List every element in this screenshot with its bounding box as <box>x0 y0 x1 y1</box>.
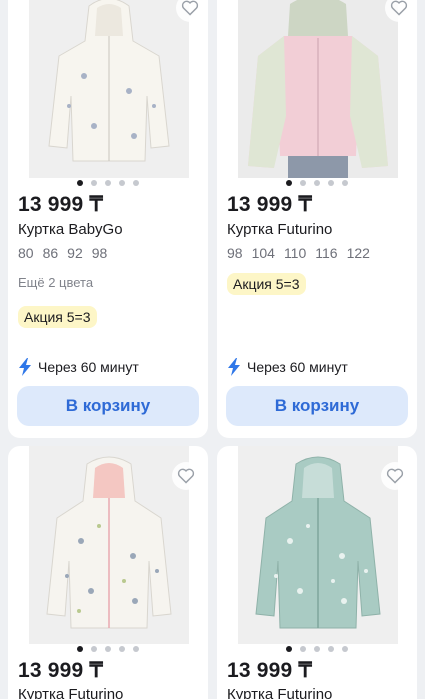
product-name[interactable]: Куртка BabyGo <box>18 221 123 238</box>
image-carousel-dots[interactable] <box>8 646 208 652</box>
carousel-dot[interactable] <box>133 646 139 652</box>
carousel-dot[interactable] <box>77 180 83 186</box>
favorite-heart-icon[interactable] <box>172 462 200 490</box>
image-carousel-dots[interactable] <box>217 180 417 186</box>
carousel-dot[interactable] <box>286 180 292 186</box>
size-option[interactable]: 98 <box>227 245 243 261</box>
favorite-heart-icon[interactable] <box>385 0 413 22</box>
product-photo[interactable] <box>238 0 398 178</box>
carousel-dot[interactable] <box>342 646 348 652</box>
delivery-text: Через 60 минут <box>38 359 139 375</box>
product-photo[interactable] <box>29 446 189 644</box>
carousel-dot[interactable] <box>328 646 334 652</box>
favorite-heart-icon[interactable] <box>176 0 204 22</box>
lightning-bolt-icon <box>19 358 31 376</box>
add-to-cart-button[interactable]: В корзину <box>17 386 199 426</box>
product-price: 13 999 ₸ <box>227 193 313 216</box>
delivery-info: Через 60 минут <box>18 358 139 376</box>
add-to-cart-button[interactable]: В корзину <box>226 386 408 426</box>
favorite-heart-icon[interactable] <box>381 462 409 490</box>
image-carousel-dots[interactable] <box>8 180 208 186</box>
carousel-dot[interactable] <box>328 180 334 186</box>
carousel-dot[interactable] <box>105 180 111 186</box>
carousel-dot[interactable] <box>314 180 320 186</box>
carousel-dot[interactable] <box>314 646 320 652</box>
delivery-info: Через 60 минут <box>227 358 348 376</box>
promo-badge: Акция 5=3 <box>18 306 97 328</box>
carousel-dot[interactable] <box>91 180 97 186</box>
size-option[interactable]: 92 <box>67 245 83 261</box>
carousel-dot[interactable] <box>300 646 306 652</box>
delivery-text: Через 60 минут <box>247 359 348 375</box>
product-photo[interactable] <box>29 0 189 178</box>
size-option[interactable]: 110 <box>284 245 306 261</box>
size-option[interactable]: 116 <box>315 245 337 261</box>
carousel-dot[interactable] <box>342 180 348 186</box>
product-price: 13 999 ₸ <box>18 659 104 682</box>
size-option[interactable]: 122 <box>347 245 370 261</box>
jacket-image <box>238 0 398 178</box>
carousel-dot[interactable] <box>300 180 306 186</box>
jacket-image <box>29 0 189 178</box>
product-card[interactable]: 13 999 ₸ Куртка Futurino 98 104 110 116 … <box>217 0 417 438</box>
more-colors-link[interactable]: Ещё 2 цвета <box>18 275 93 290</box>
product-name[interactable]: Куртка Futurino <box>18 686 123 699</box>
size-option[interactable]: 80 <box>18 245 34 261</box>
product-card[interactable]: 13 999 ₸ Куртка Futurino <box>8 446 208 699</box>
carousel-dot[interactable] <box>133 180 139 186</box>
promo-badge: Акция 5=3 <box>227 273 306 295</box>
product-price: 13 999 ₸ <box>18 193 104 216</box>
size-option[interactable]: 86 <box>43 245 59 261</box>
product-card[interactable]: 13 999 ₸ Куртка BabyGo 80 86 92 98 Ещё 2… <box>8 0 208 438</box>
carousel-dot[interactable] <box>105 646 111 652</box>
carousel-dot[interactable] <box>91 646 97 652</box>
product-name[interactable]: Куртка Futurino <box>227 221 332 238</box>
carousel-dot[interactable] <box>119 180 125 186</box>
product-name[interactable]: Куртка Futurino <box>227 686 332 699</box>
lightning-bolt-icon <box>228 358 240 376</box>
size-list: 80 86 92 98 <box>18 245 107 261</box>
carousel-dot[interactable] <box>286 646 292 652</box>
product-card[interactable]: 13 999 ₸ Куртка Futurino <box>217 446 417 699</box>
image-carousel-dots[interactable] <box>217 646 417 652</box>
jacket-image <box>29 446 189 644</box>
size-option[interactable]: 98 <box>92 245 108 261</box>
carousel-dot[interactable] <box>119 646 125 652</box>
carousel-dot[interactable] <box>77 646 83 652</box>
jacket-image <box>238 446 398 644</box>
size-option[interactable]: 104 <box>252 245 275 261</box>
product-price: 13 999 ₸ <box>227 659 313 682</box>
product-photo[interactable] <box>238 446 398 644</box>
size-list: 98 104 110 116 122 <box>227 245 370 261</box>
